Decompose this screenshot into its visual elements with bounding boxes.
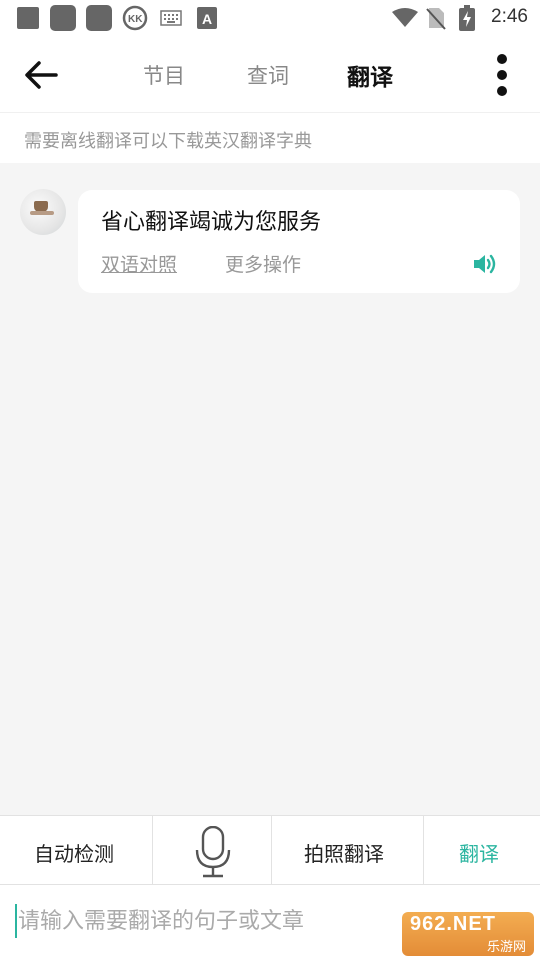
top-nav: 节目 查词 翻译 (0, 36, 540, 112)
font-a-icon: A (197, 7, 217, 29)
photo-translate-label: 拍照翻译 (304, 842, 384, 866)
text-caret (15, 904, 17, 938)
site-watermark-logo: 962.NET 乐游网 (402, 912, 534, 956)
tab-programs[interactable]: 节目 (143, 60, 185, 90)
notification-square-icon (17, 7, 39, 29)
more-vertical-icon[interactable] (494, 52, 510, 98)
tab-dictionary[interactable]: 查词 (247, 60, 289, 90)
speaker-icon[interactable] (472, 252, 498, 276)
translate-input[interactable] (18, 899, 388, 943)
wifi-icon (392, 8, 418, 27)
keyboard-icon (160, 10, 182, 26)
status-bar: KK A 2:46 (0, 0, 540, 36)
no-sim-icon (426, 8, 446, 30)
svg-text:KK: KK (128, 14, 143, 25)
message-text: 省心翻译竭诚为您服务 (101, 210, 322, 235)
translate-toolbar: 自动检测 拍照翻译 翻译 (0, 815, 540, 885)
kk-app-icon: KK (122, 5, 148, 31)
watermark-top-text: 962.NET (410, 913, 496, 935)
notification-square-icon (86, 5, 112, 31)
notification-square-icon (50, 5, 76, 31)
tab-translate[interactable]: 翻译 (347, 58, 393, 92)
more-actions-link[interactable]: 更多操作 (225, 250, 301, 277)
svg-text:A: A (202, 11, 212, 27)
avatar (20, 189, 66, 235)
notice-text: 需要离线翻译可以下载英汉翻译字典 (24, 131, 312, 152)
arrow-left-icon[interactable] (22, 56, 60, 94)
message-bubble: 省心翻译竭诚为您服务 双语对照 更多操作 (78, 190, 520, 293)
offline-dictionary-notice[interactable]: 需要离线翻译可以下载英汉翻译字典 (0, 112, 540, 163)
translate-button[interactable]: 翻译 (423, 816, 540, 885)
auto-detect-label: 自动检测 (34, 842, 114, 866)
chat-area: 省心翻译竭诚为您服务 双语对照 更多操作 (0, 163, 540, 815)
photo-translate-button[interactable]: 拍照翻译 (271, 816, 423, 885)
watermark-bottom-text: 乐游网 (486, 940, 526, 955)
bilingual-compare-link[interactable]: 双语对照 (101, 250, 177, 277)
battery-charging-icon (459, 5, 475, 31)
voice-input-button[interactable] (152, 816, 271, 885)
status-time: 2:46 (491, 6, 528, 27)
microphone-icon (195, 826, 231, 878)
auto-detect-button[interactable]: 自动检测 (0, 816, 152, 885)
translate-label: 翻译 (459, 842, 499, 866)
